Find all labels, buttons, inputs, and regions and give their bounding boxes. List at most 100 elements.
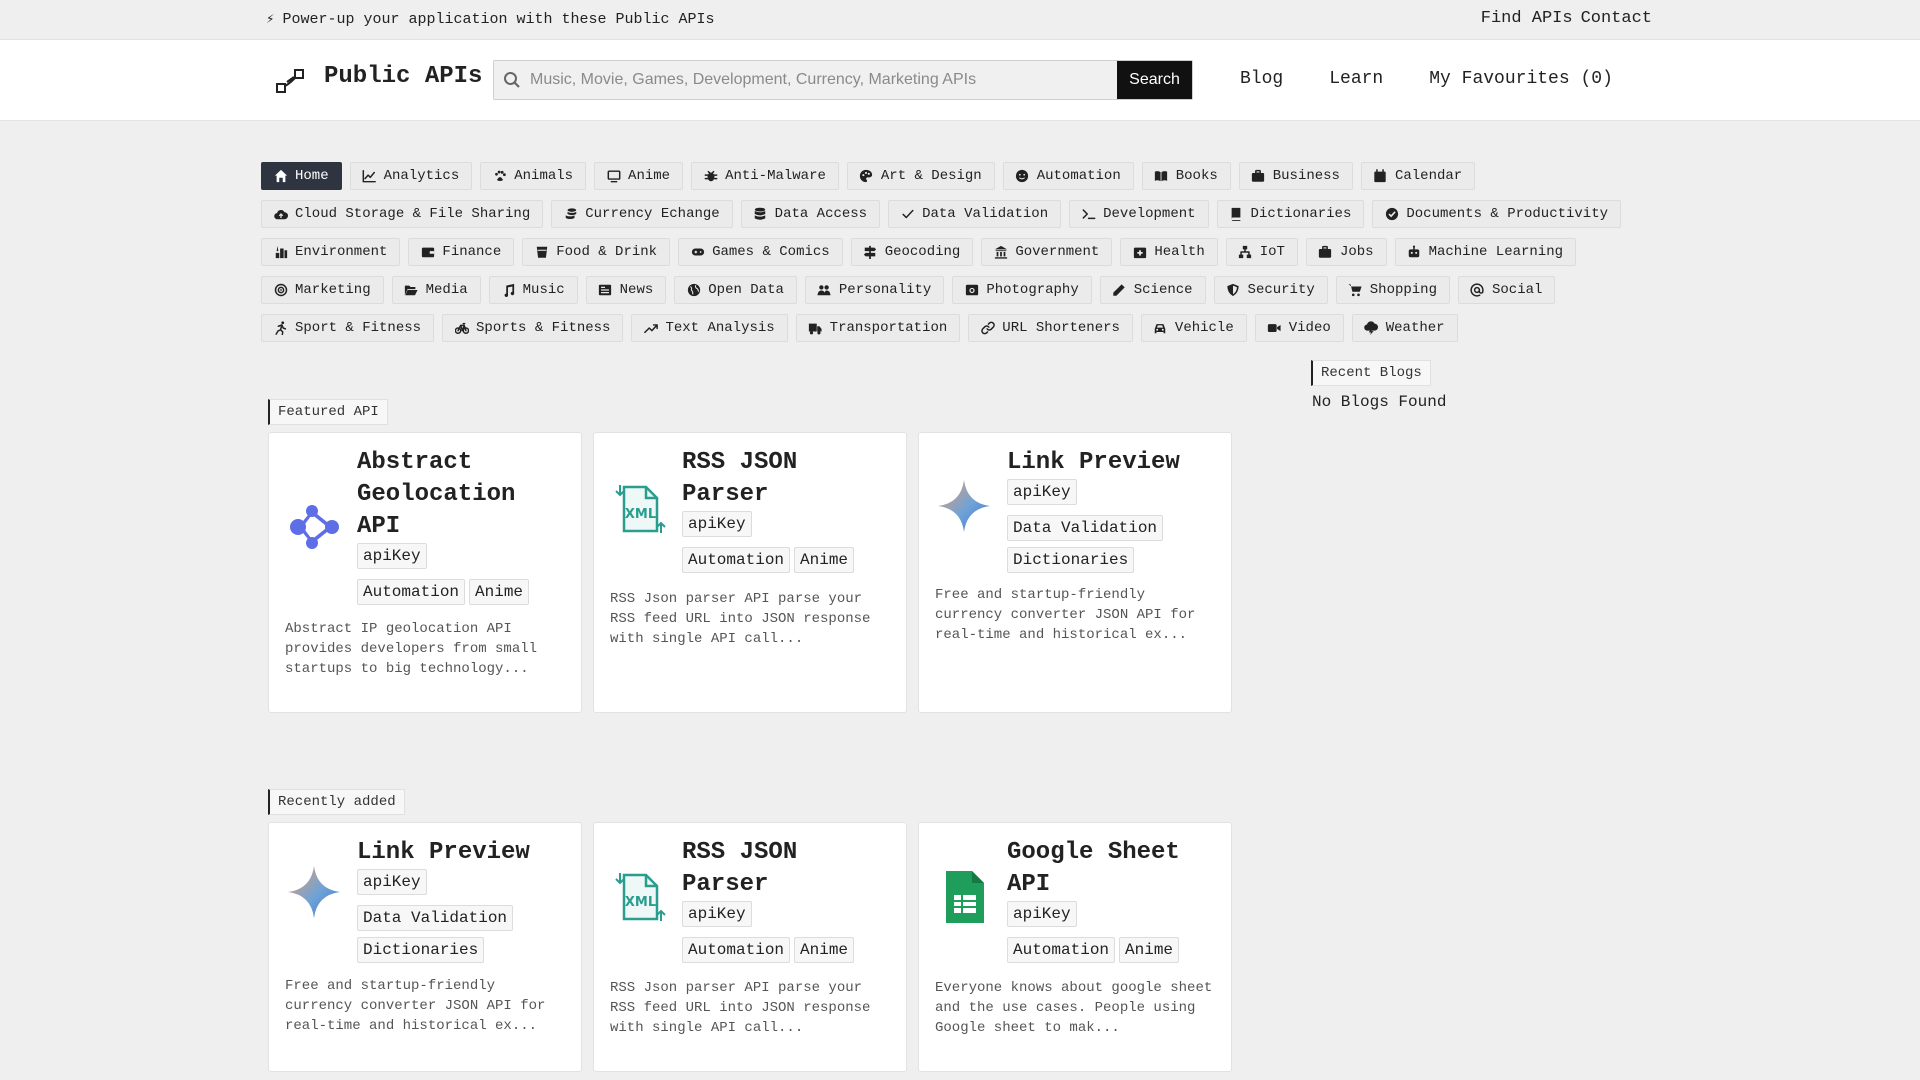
api-card-title[interactable]: Google Sheet API [1007,837,1219,901]
category-chip-personality[interactable]: Personality [804,276,945,304]
category-label: Anti-Malware [725,168,826,184]
sparkle-icon [285,863,343,921]
category-chip-media[interactable]: Media [391,276,481,304]
category-chip-iot[interactable]: IoT [1225,238,1298,266]
category-chip-finance[interactable]: Finance [408,238,515,266]
category-chip-data-access[interactable]: Data Access [740,200,881,228]
search-input[interactable] [530,61,1117,99]
category-chip-books[interactable]: Books [1141,162,1231,190]
api-card[interactable]: Abstract Geolocation API apiKey Automation… [268,432,582,713]
category-chip-government[interactable]: Government [981,238,1113,266]
top-links: Find APIs Contact [1473,9,1652,28]
category-chip-music[interactable]: Music [488,276,578,304]
find-apis-link[interactable]: Find APIs [1481,9,1573,28]
category-tag[interactable]: Automation [682,937,791,963]
api-card[interactable]: Link Preview apiKey Data Validation Diction… [268,822,582,1072]
category-chip-cloud-storage-file-sharing[interactable]: Cloud Storage & File Sharing [261,200,544,228]
category-chip-documents-productivity[interactable]: Documents & Productivity [1372,200,1622,228]
category-chip-science[interactable]: Science [1099,276,1206,304]
nav-my-favourites[interactable]: My Favourites (0) [1429,69,1613,89]
category-chip-transportation[interactable]: Transportation [795,314,961,342]
category-tag[interactable]: Anime [469,579,530,605]
category-chip-business[interactable]: Business [1238,162,1353,190]
category-chip-sport-fitness[interactable]: Sport & Fitness [261,314,435,342]
cart-icon [1348,283,1363,298]
category-chip-animals[interactable]: Animals [480,162,587,190]
category-chip-art-design[interactable]: Art & Design [846,162,995,190]
api-card[interactable]: Link Preview apiKey Data Validation Diction… [918,432,1232,713]
category-chip-social[interactable]: Social [1457,276,1556,304]
api-card-badges: apiKey Data Validation Dictionaries [1007,479,1219,579]
category-label: Business [1272,168,1340,184]
api-card-title[interactable]: RSS JSON Parser [682,447,894,511]
category-chip-news[interactable]: News [585,276,667,304]
category-chip-geocoding[interactable]: Geocoding [850,238,974,266]
svg-text:XML: XML [625,507,656,522]
category-label: IoT [1259,244,1285,260]
leaf-icon [273,245,288,260]
category-chip-shopping[interactable]: Shopping [1335,276,1450,304]
category-chip-dictionaries[interactable]: Dictionaries [1216,200,1365,228]
category-row: Environment Finance Food & Drink Games & Co… [261,238,1641,269]
api-card-title[interactable]: RSS JSON Parser [682,837,894,901]
category-label: Sport & Fitness [295,320,422,336]
category-chip-machine-learning[interactable]: Machine Learning [1394,238,1576,266]
book-icon [1229,207,1244,222]
auth-badge: apiKey [357,543,427,569]
category-chip-vehicle[interactable]: Vehicle [1140,314,1247,342]
category-chip-jobs[interactable]: Jobs [1305,238,1387,266]
contact-link[interactable]: Contact [1581,9,1652,28]
category-chip-anime[interactable]: Anime [594,162,684,190]
category-tag[interactable]: Dictionaries [1007,547,1135,573]
search-button[interactable]: Search [1117,61,1192,99]
category-chip-video[interactable]: Video [1254,314,1344,342]
category-chip-currency-echange[interactable]: Currency Echange [551,200,733,228]
category-tag[interactable]: Data Validation [357,905,514,931]
category-chip-automation[interactable]: Automation [1002,162,1134,190]
category-chip-data-validation[interactable]: Data Validation [888,200,1062,228]
category-tag[interactable]: Data Validation [1007,515,1164,541]
api-card-title[interactable]: Abstract Geolocation API [357,447,569,543]
category-tag[interactable]: Anime [794,937,855,963]
category-tag[interactable]: Anime [794,547,855,573]
trend-icon [643,321,658,336]
category-chip-marketing[interactable]: Marketing [261,276,384,304]
category-chip-health[interactable]: Health [1120,238,1218,266]
public-apis-logo-icon[interactable] [274,65,306,97]
brand-name[interactable]: Public APIs [324,63,482,90]
category-chip-environment[interactable]: Environment [261,238,401,266]
truck-icon [808,321,823,336]
briefcase-icon [1318,245,1333,260]
category-tag[interactable]: Automation [682,547,791,573]
category-chip-food-drink[interactable]: Food & Drink [522,238,671,266]
api-card[interactable]: XML RSS JSON Parser apiKey Automation Anime R… [593,432,907,713]
category-chip-analytics[interactable]: Analytics [349,162,473,190]
category-chip-text-analysis[interactable]: Text Analysis [631,314,788,342]
category-chip-sports-fitness[interactable]: Sports & Fitness [442,314,624,342]
category-chip-calendar[interactable]: Calendar [1360,162,1476,190]
category-tag[interactable]: Dictionaries [357,937,485,963]
robot-face-icon [1015,169,1030,184]
api-card[interactable]: Google Sheet API apiKey Automation Anime Eve… [918,822,1232,1072]
category-chip-photography[interactable]: Photography [952,276,1092,304]
category-chip-security[interactable]: Security [1213,276,1328,304]
category-label: Currency Echange [585,206,720,222]
category-chip-url-shorteners[interactable]: URL Shorteners [968,314,1133,342]
category-label: Marketing [295,282,371,298]
api-card[interactable]: XML RSS JSON Parser apiKey Automation Anime R… [593,822,907,1072]
category-chip-games-comics[interactable]: Games & Comics [678,238,843,266]
category-chip-anti-malware[interactable]: Anti-Malware [691,162,839,190]
api-card-title[interactable]: Link Preview [1007,447,1219,479]
site-header: Public APIs Search Blog Learn My Favouri… [0,40,1920,121]
database-icon [753,207,768,222]
category-tag[interactable]: Anime [1119,937,1180,963]
category-tag[interactable]: Automation [357,579,466,605]
nav-learn[interactable]: Learn [1329,69,1383,89]
category-chip-open-data[interactable]: Open Data [674,276,797,304]
api-card-title[interactable]: Link Preview [357,837,569,869]
category-chip-development[interactable]: Development [1069,200,1209,228]
category-tag[interactable]: Automation [1007,937,1116,963]
nav-blog[interactable]: Blog [1240,69,1283,89]
category-chip-weather[interactable]: Weather [1351,314,1458,342]
category-chip-home[interactable]: Home [261,162,342,190]
